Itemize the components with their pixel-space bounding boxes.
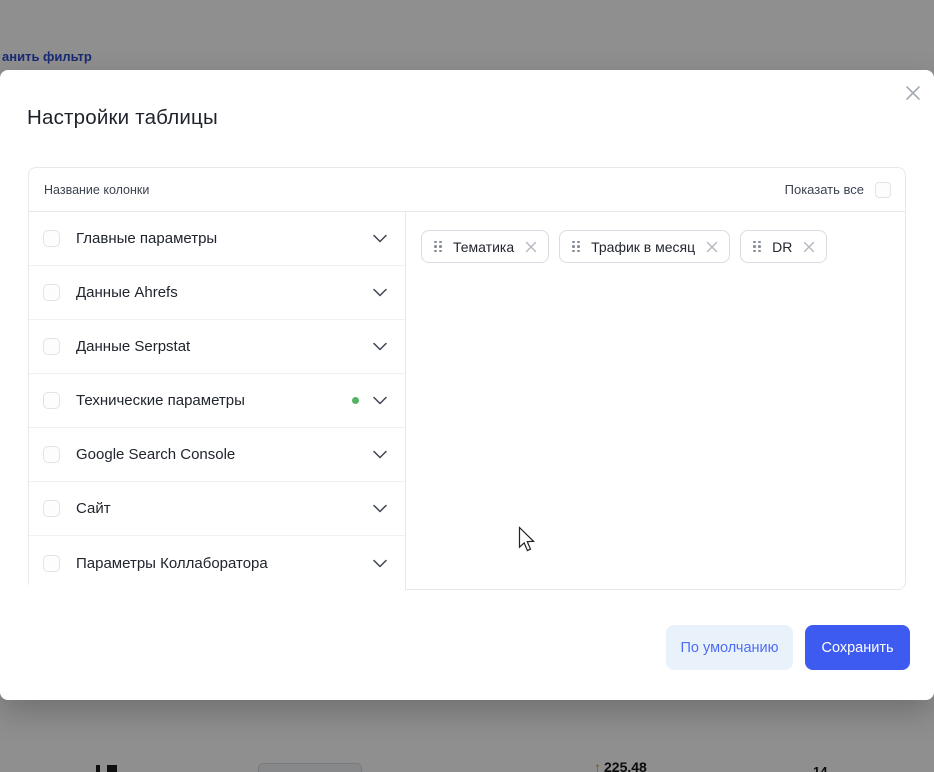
table-settings-modal: Настройки таблицы Название колонки Показ…	[0, 70, 934, 700]
category-label: Данные Serpstat	[76, 338, 373, 355]
category-row[interactable]: Данные Ahrefs	[29, 266, 405, 320]
show-all-label: Показать все	[785, 182, 864, 197]
drag-handle-icon[interactable]	[753, 241, 761, 253]
show-all-toggle[interactable]: Показать все	[785, 182, 891, 198]
category-label: Google Search Console	[76, 446, 373, 463]
active-indicator-dot	[352, 397, 359, 404]
category-row[interactable]: Данные Serpstat	[29, 320, 405, 374]
close-x-glyph	[903, 83, 923, 103]
category-label: Сайт	[76, 500, 373, 517]
category-label: Данные Ahrefs	[76, 284, 373, 301]
category-row[interactable]: Технические параметры	[29, 374, 405, 428]
default-button[interactable]: По умолчанию	[666, 625, 793, 670]
save-button[interactable]: Сохранить	[805, 625, 910, 670]
category-label: Технические параметры	[76, 392, 352, 409]
category-checkbox[interactable]	[43, 230, 60, 247]
drag-handle-icon[interactable]	[434, 241, 442, 253]
category-label: Главные параметры	[76, 230, 373, 247]
column-chip[interactable]: Трафик в месяц	[559, 230, 730, 263]
show-all-checkbox[interactable]	[875, 182, 891, 198]
category-checkbox[interactable]	[43, 284, 60, 301]
category-row[interactable]: Главные параметры	[29, 212, 405, 266]
category-checkbox[interactable]	[43, 555, 60, 572]
category-checkbox[interactable]	[43, 392, 60, 409]
columns-panel: Название колонки Показать все Главные па…	[28, 167, 906, 590]
panel-header: Название колонки Показать все	[29, 168, 905, 212]
category-checkbox[interactable]	[43, 338, 60, 355]
remove-chip-icon[interactable]	[525, 241, 537, 253]
chevron-down-icon[interactable]	[373, 396, 387, 405]
chevron-down-icon[interactable]	[373, 342, 387, 351]
page: анить фильтр ↑ 225.48 14 Настройки табли…	[0, 0, 934, 772]
column-chip[interactable]: Тематика	[421, 230, 549, 263]
panel-body: Главные параметры Данные Ahrefs Данные S…	[29, 212, 905, 589]
chevron-down-icon[interactable]	[373, 450, 387, 459]
drag-handle-icon[interactable]	[572, 241, 580, 253]
category-list: Главные параметры Данные Ahrefs Данные S…	[29, 212, 406, 589]
chip-label: Трафик в месяц	[591, 239, 695, 255]
close-icon[interactable]	[903, 83, 923, 103]
chevron-down-icon[interactable]	[373, 504, 387, 513]
column-name-header: Название колонки	[44, 183, 149, 197]
category-row[interactable]: Google Search Console	[29, 428, 405, 482]
category-row[interactable]: Параметры Коллаборатора	[29, 536, 405, 590]
category-row[interactable]: Сайт	[29, 482, 405, 536]
remove-chip-icon[interactable]	[803, 241, 815, 253]
category-checkbox[interactable]	[43, 500, 60, 517]
chevron-down-icon[interactable]	[373, 288, 387, 297]
category-checkbox[interactable]	[43, 446, 60, 463]
category-label: Параметры Коллаборатора	[76, 555, 373, 572]
chip-label: Тематика	[453, 239, 514, 255]
column-chip[interactable]: DR	[740, 230, 827, 263]
modal-title: Настройки таблицы	[27, 106, 218, 130]
chevron-down-icon[interactable]	[373, 234, 387, 243]
chevron-down-icon[interactable]	[373, 559, 387, 568]
selected-columns-area: Тематика Трафик в месяц DR	[406, 212, 905, 589]
chip-label: DR	[772, 239, 792, 255]
remove-chip-icon[interactable]	[706, 241, 718, 253]
